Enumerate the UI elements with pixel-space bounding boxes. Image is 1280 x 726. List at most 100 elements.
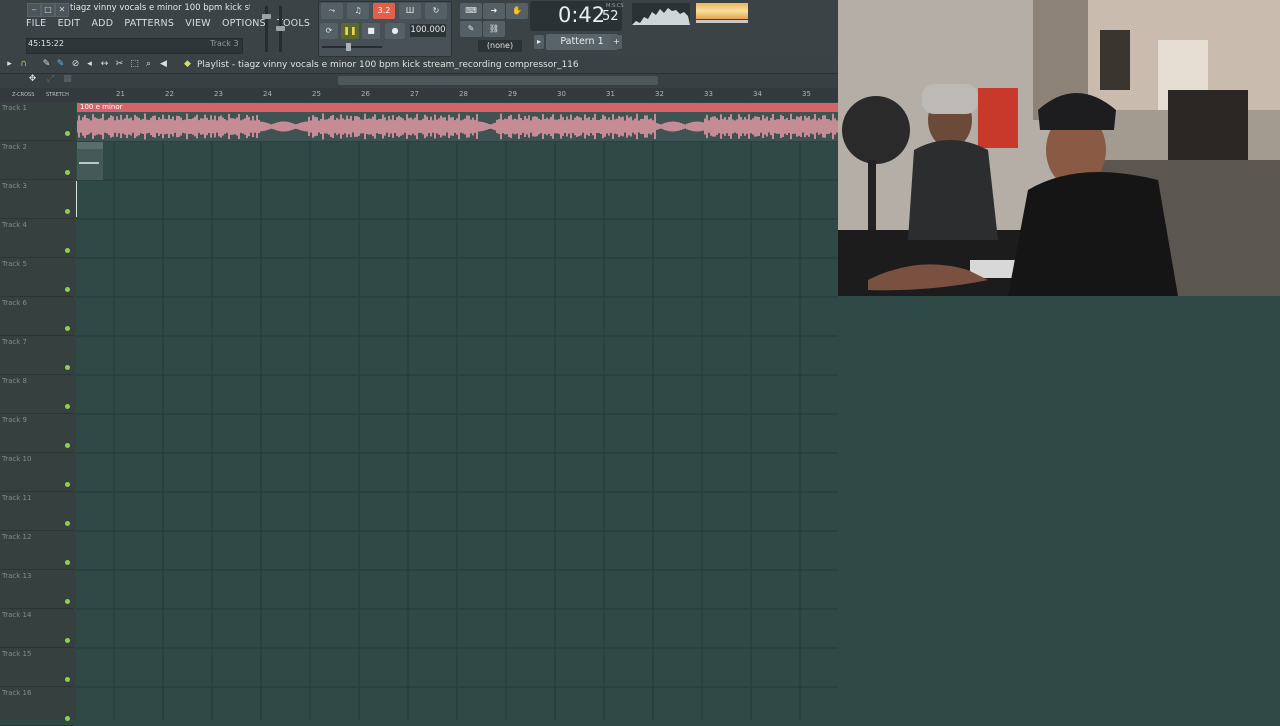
track-header[interactable]: Track 10 xyxy=(0,453,74,492)
track-active-led[interactable] xyxy=(65,326,70,331)
menu-patterns[interactable]: PATTERNS xyxy=(124,18,174,29)
track-header[interactable]: Track 12 xyxy=(0,531,74,570)
keyboard-icon[interactable]: ⌨ xyxy=(460,3,482,19)
link-icon[interactable]: ⛓ xyxy=(483,21,505,37)
brush-icon[interactable]: ✎ xyxy=(460,21,482,37)
select-icon[interactable]: ⬚ xyxy=(129,59,140,70)
minimize-button[interactable]: ‒ xyxy=(27,3,41,17)
pattern-prev-icon[interactable]: ▸ xyxy=(534,35,544,49)
track-active-led[interactable] xyxy=(65,599,70,604)
ruler-bar-26[interactable]: 26 xyxy=(361,90,370,98)
ruler-bar-30[interactable]: 30 xyxy=(557,90,566,98)
menu-add[interactable]: ADD xyxy=(91,18,113,29)
track-header[interactable]: Track 15 xyxy=(0,648,74,687)
track-active-led[interactable] xyxy=(65,287,70,292)
slice-icon[interactable]: ✂ xyxy=(114,59,125,70)
paint-icon[interactable]: ✎ xyxy=(55,59,66,70)
close-button[interactable]: ✕ xyxy=(55,3,69,17)
ruler-bar-32[interactable]: 32 xyxy=(655,90,664,98)
menu-options[interactable]: OPTIONS xyxy=(222,18,266,29)
countdown-record-button[interactable]: 3.2 xyxy=(373,3,395,19)
step-edit-icon[interactable]: Ш xyxy=(399,3,421,19)
ruler-bar-35[interactable]: 35 xyxy=(802,90,811,98)
time-ruler[interactable] xyxy=(76,88,838,102)
ruler-bar-27[interactable]: 27 xyxy=(410,90,419,98)
track-active-led[interactable] xyxy=(65,638,70,643)
mute-icon[interactable]: ◂ xyxy=(84,59,95,70)
track-active-led[interactable] xyxy=(65,482,70,487)
pattern-song-icon[interactable]: ⤳ xyxy=(321,3,343,19)
tempo-display[interactable]: 100.000 xyxy=(410,24,446,37)
ruler-bar-31[interactable]: 31 xyxy=(606,90,615,98)
audio-clip-waveform[interactable] xyxy=(77,112,838,141)
track-header[interactable]: Track 6 xyxy=(0,297,74,336)
track-header[interactable]: Track 9 xyxy=(0,414,74,453)
menu-edit[interactable]: EDIT xyxy=(58,18,81,29)
magnet-icon[interactable]: ∩ xyxy=(18,59,29,70)
stretch-icon[interactable]: ⤢ xyxy=(45,74,56,85)
horizontal-scrollbar[interactable] xyxy=(338,76,658,85)
pause-button[interactable]: ❚❚ xyxy=(341,23,359,39)
playlist-grid[interactable] xyxy=(76,102,838,720)
playhead-marker[interactable] xyxy=(76,181,77,217)
track-header[interactable]: Track 5 xyxy=(0,258,74,297)
pattern-selector[interactable]: Pattern 1 xyxy=(546,34,618,50)
record-button[interactable]: ● xyxy=(385,23,405,39)
track-active-led[interactable] xyxy=(65,404,70,409)
stop-button[interactable]: ■ xyxy=(362,23,380,39)
track-header[interactable]: Track 13 xyxy=(0,570,74,609)
ruler-bar-29[interactable]: 29 xyxy=(508,90,517,98)
master-volume-handle[interactable] xyxy=(262,14,271,19)
track-header[interactable]: Track 8 xyxy=(0,375,74,414)
slip-icon[interactable]: ↔ xyxy=(99,59,110,70)
tempo-slider[interactable] xyxy=(322,46,382,48)
menu-view[interactable]: VIEW xyxy=(185,18,211,29)
master-pitch-handle[interactable] xyxy=(276,26,285,31)
menu-file[interactable]: FILE xyxy=(26,18,46,29)
track-header[interactable]: Track 2 xyxy=(0,141,74,180)
arrow-right-icon[interactable]: ➜ xyxy=(483,3,505,19)
stretch-toggle[interactable]: STRETCH xyxy=(46,92,69,98)
track-active-led[interactable] xyxy=(65,560,70,565)
ruler-bar-25[interactable]: 25 xyxy=(312,90,321,98)
track-active-led[interactable] xyxy=(65,443,70,448)
track-header[interactable]: Track 3 xyxy=(0,180,74,219)
track-active-led[interactable] xyxy=(65,209,70,214)
playlist-menu-icon[interactable]: ▸ xyxy=(4,59,15,70)
delete-icon[interactable]: ⊘ xyxy=(70,59,81,70)
grid-icon[interactable]: ▦ xyxy=(62,74,73,85)
pencil-icon[interactable]: ✎ xyxy=(41,59,52,70)
track-active-led[interactable] xyxy=(65,365,70,370)
track-active-led[interactable] xyxy=(65,248,70,253)
snap-select[interactable]: (none) xyxy=(478,40,522,52)
track-active-led[interactable] xyxy=(65,131,70,136)
pattern-clip-header[interactable] xyxy=(77,142,103,149)
hand-icon[interactable]: ✋ xyxy=(506,3,528,19)
loop-icon[interactable]: ⟳ xyxy=(320,23,338,39)
move-icon[interactable]: ✥ xyxy=(27,74,38,85)
audio-clip-header[interactable] xyxy=(77,103,838,112)
ruler-bar-24[interactable]: 24 xyxy=(263,90,272,98)
track-header[interactable]: Track 4 xyxy=(0,219,74,258)
track-header[interactable]: Track 7 xyxy=(0,336,74,375)
maximize-button[interactable]: □ xyxy=(41,3,55,17)
tempo-slider-handle[interactable] xyxy=(346,43,351,51)
track-header[interactable]: Track 16 xyxy=(0,687,74,726)
ruler-bar-21[interactable]: 21 xyxy=(116,90,125,98)
track-active-led[interactable] xyxy=(65,170,70,175)
playlist-arrows-icon[interactable]: ◆ xyxy=(182,59,193,70)
track-active-led[interactable] xyxy=(65,716,70,721)
zero-cross-toggle[interactable]: Z-CROSS xyxy=(12,92,34,98)
playback-icon[interactable]: ◀ xyxy=(158,59,169,70)
zoom-icon[interactable]: ⌕ xyxy=(143,59,154,70)
ruler-bar-23[interactable]: 23 xyxy=(214,90,223,98)
track-active-led[interactable] xyxy=(65,677,70,682)
pattern-add-icon[interactable]: + xyxy=(611,35,622,49)
track-header[interactable]: Track 14 xyxy=(0,609,74,648)
track-header[interactable]: Track 11 xyxy=(0,492,74,531)
ruler-bar-33[interactable]: 33 xyxy=(704,90,713,98)
metronome-icon[interactable]: ♫ xyxy=(347,3,369,19)
oscilloscope[interactable] xyxy=(632,3,690,25)
ruler-bar-34[interactable]: 34 xyxy=(753,90,762,98)
ruler-bar-22[interactable]: 22 xyxy=(165,90,174,98)
